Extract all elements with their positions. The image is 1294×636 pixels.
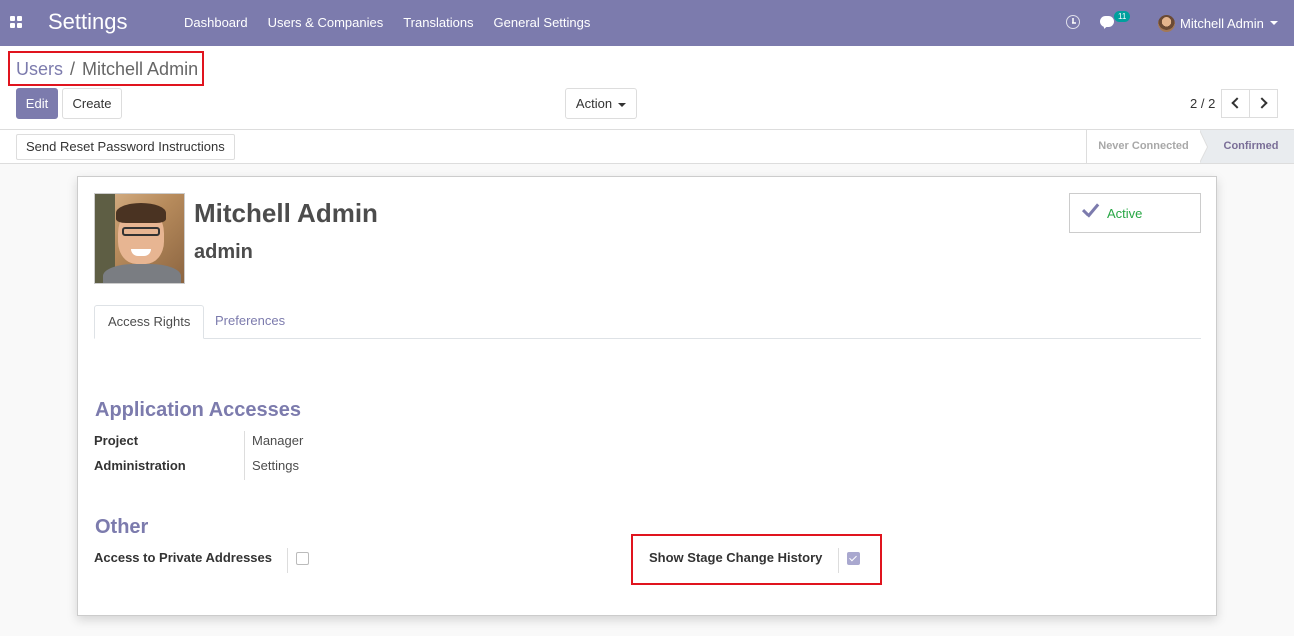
field-label-project: Project	[94, 433, 139, 448]
action-label: Action	[575, 96, 613, 111]
chevron-left-icon	[1231, 97, 1243, 109]
field-value-project[interactable]: Manager	[252, 433, 303, 448]
field-value-administration[interactable]: Settings	[252, 458, 299, 473]
stage-arrow	[1199, 130, 1207, 163]
pager-value: 2 / 2	[1190, 96, 1216, 111]
field-separator	[287, 548, 288, 573]
edit-button[interactable]: Edit	[16, 88, 58, 119]
user-name: Mitchell Admin	[1180, 15, 1264, 31]
app-brand[interactable]: Settings	[48, 9, 128, 35]
private-addresses-checkbox[interactable]	[296, 552, 309, 565]
stage-confirmed[interactable]: Confirmed	[1200, 130, 1294, 163]
menu-item-users-companies[interactable]: Users & Companies	[258, 0, 394, 46]
action-dropdown[interactable]: Action	[565, 88, 637, 119]
chat-icon	[1100, 16, 1114, 27]
user-photo[interactable]	[94, 193, 185, 284]
chevron-right-icon	[1256, 97, 1268, 109]
pager-previous-button[interactable]	[1221, 89, 1250, 118]
form-tabs: Access Rights Preferences	[94, 305, 1201, 339]
form-sheet: Mitchell Admin admin Active Access Right…	[77, 176, 1217, 616]
apps-grid-icon[interactable]	[10, 16, 22, 28]
user-menu[interactable]: Mitchell Admin	[1158, 12, 1278, 34]
field-separator	[838, 548, 839, 573]
field-label-stage-history: Show Stage Change History	[649, 550, 823, 565]
create-button[interactable]: Create	[62, 88, 122, 119]
status-bar: Send Reset Password Instructions Never C…	[0, 130, 1294, 164]
active-label: Active	[1107, 206, 1143, 221]
tab-access-rights[interactable]: Access Rights	[94, 305, 205, 339]
user-avatar	[1158, 14, 1175, 32]
application-accesses-title: Application Accesses	[95, 399, 302, 421]
send-reset-password-button[interactable]: Send Reset Password Instructions	[16, 134, 235, 160]
messages-button[interactable]: 11	[1100, 11, 1134, 32]
breadcrumb-users-link[interactable]: Users	[16, 59, 63, 80]
chevron-down-icon	[618, 102, 627, 107]
menu-item-dashboard[interactable]: Dashboard	[174, 0, 258, 46]
menu-item-general-settings[interactable]: General Settings	[484, 0, 601, 46]
active-toggle-button[interactable]: Active	[1069, 193, 1201, 233]
top-navbar: Settings Dashboard Users & Companies Tra…	[0, 0, 1294, 46]
menu-item-translations[interactable]: Translations	[393, 0, 483, 46]
other-section-title: Other	[95, 516, 149, 538]
user-name-title: Mitchell Admin	[194, 198, 378, 228]
stage-history-checkbox[interactable]	[847, 552, 860, 565]
field-label-administration: Administration	[94, 458, 186, 473]
field-label-private-addresses: Access to Private Addresses	[94, 550, 273, 565]
messages-count-badge: 11	[1114, 11, 1131, 22]
stage-never-connected[interactable]: Never Connected	[1086, 130, 1200, 163]
chevron-down-icon	[1269, 21, 1278, 25]
pager-next-button[interactable]	[1249, 89, 1278, 118]
check-icon	[1080, 204, 1100, 220]
tab-preferences[interactable]: Preferences	[202, 305, 298, 339]
user-login: admin	[194, 241, 253, 263]
field-separator	[244, 431, 245, 480]
control-panel: Users / Mitchell Admin Edit Create Actio…	[0, 46, 1294, 130]
breadcrumb: Users / Mitchell Admin	[16, 59, 198, 80]
breadcrumb-separator: /	[70, 59, 76, 79]
breadcrumb-current: Mitchell Admin	[82, 59, 199, 79]
main-menu: Dashboard Users & Companies Translations…	[174, 0, 600, 46]
activity-clock-icon[interactable]	[1066, 15, 1080, 29]
